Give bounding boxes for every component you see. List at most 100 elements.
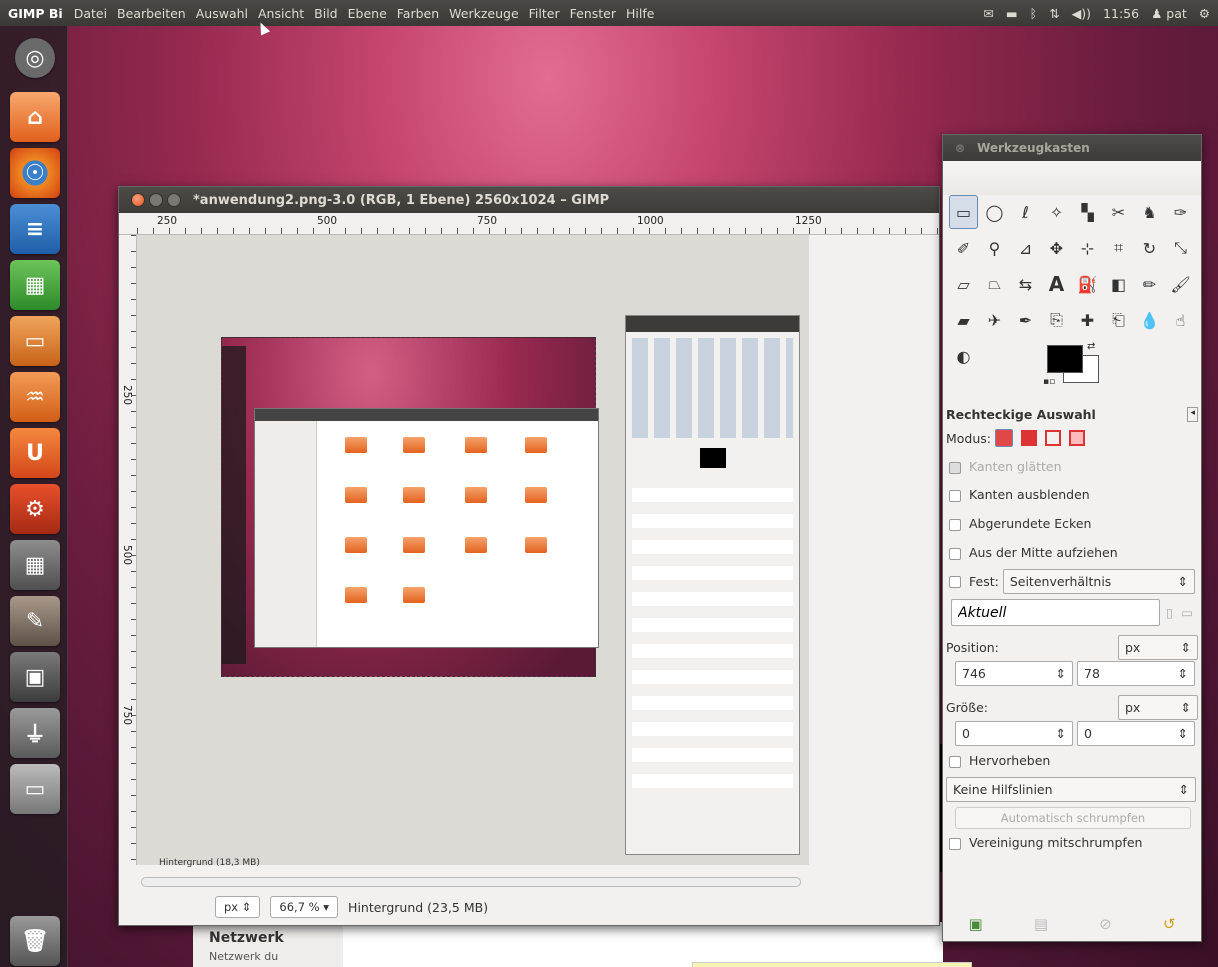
usb-drive-icon[interactable]: ⏚ [10,708,60,758]
menu-fenster[interactable]: Fenster [565,6,621,21]
vertical-ruler[interactable]: 250 500 750 [119,235,137,865]
zoom-select[interactable]: 66,7 % ▾ [270,896,339,918]
shrink-merged-checkbox[interactable]: Vereinigung mitschrumpfen [949,835,1142,850]
size-unit-select[interactable]: px ⇕ [1118,695,1198,720]
free-select-tool-icon[interactable]: ℓ [1011,195,1040,229]
battery-icon[interactable]: ▬ [1006,6,1018,21]
paths-tool-icon[interactable]: ✑ [1166,195,1195,229]
network-icon[interactable]: ⇅ [1049,6,1059,21]
expand-center-checkbox[interactable]: Aus der Mitte aufziehen [949,545,1118,560]
menu-hilfe[interactable]: Hilfe [621,6,659,21]
fixed-select[interactable]: Seitenverhältnis ⇕ [1002,569,1195,594]
volume-icon[interactable]: ◀)) [1072,6,1091,21]
crop-tool-icon[interactable]: ⌗ [1104,231,1133,265]
portrait-icon[interactable]: ▯ [1164,599,1175,626]
rotate-tool-icon[interactable]: ↻ [1135,231,1164,265]
position-y-input[interactable]: 78 ⇕ [1077,661,1195,686]
minimize-icon[interactable] [149,193,163,207]
ellipse-select-tool-icon[interactable]: ◯ [980,195,1009,229]
zoom-tool-icon[interactable]: ⚲ [980,231,1009,265]
unit-select[interactable]: px ⇕ [215,896,261,918]
reset-options-icon[interactable]: ↺ [1163,915,1176,933]
perspective-tool-icon[interactable]: ⏢ [980,267,1009,301]
close-icon[interactable] [131,193,145,207]
menu-filter[interactable]: Filter [524,6,565,21]
gimp-icon[interactable]: ✎ [10,596,60,646]
clone-tool-icon[interactable]: ⎘ [1042,303,1071,337]
dash-icon[interactable]: ◎ [15,38,55,78]
horizontal-scrollbar[interactable] [141,877,801,887]
paintbrush-tool-icon[interactable]: 🖌 [1166,267,1195,301]
airbrush-tool-icon[interactable]: ✈ [980,303,1009,337]
rect-select-tool-icon[interactable]: ▭ [949,195,978,229]
color-select-tool-icon[interactable]: ▚ [1073,195,1102,229]
move-tool-icon[interactable]: ✥ [1042,231,1071,265]
menu-werkzeuge[interactable]: Werkzeuge [444,6,524,21]
mode-add-icon[interactable] [1021,430,1038,446]
pencil-tool-icon[interactable]: ✏ [1135,267,1164,301]
menu-bild[interactable]: Bild [309,6,342,21]
horizontal-ruler[interactable]: 250 500 750 1000 1250 [119,213,939,235]
fuzzy-select-tool-icon[interactable]: ✧ [1042,195,1071,229]
user-menu[interactable]: ♟ pat [1151,6,1187,21]
menu-datei[interactable]: Datei [69,6,112,21]
default-colors-icon[interactable]: ▪▫ [1043,377,1055,387]
eraser-tool-icon[interactable]: ▰ [949,303,978,337]
swap-colors-icon[interactable]: ⇄ [1087,341,1095,352]
perspective-clone-tool-icon[interactable]: ⎗ [1104,303,1133,337]
size-width-input[interactable]: 0 ⇕ [955,721,1073,746]
color-area[interactable]: ⇄ ▪▫ [943,341,1201,407]
measure-tool-icon[interactable]: ⊿ [1011,231,1040,265]
gear-icon[interactable]: ⚙ [1199,6,1210,21]
menu-ansicht[interactable]: Ansicht [253,6,309,21]
mail-icon[interactable]: ✉ [983,6,993,21]
writer-icon[interactable]: ≡ [10,204,60,254]
save-options-icon[interactable]: ▣ [969,915,983,933]
disk-drive-icon[interactable]: ▭ [10,764,60,814]
landscape-icon[interactable]: ▭ [1179,599,1195,626]
image-content[interactable] [221,337,599,677]
calc-icon[interactable]: ▦ [10,260,60,310]
menu-auswahl[interactable]: Auswahl [191,6,253,21]
system-settings-icon[interactable]: ⚙ [10,484,60,534]
smudge-tool-icon[interactable]: ☝ [1166,303,1195,337]
heal-tool-icon[interactable]: ✚ [1073,303,1102,337]
toolbox-titlebar[interactable]: ⊗ Werkzeugkasten [943,135,1201,161]
align-tool-icon[interactable]: ⊹ [1073,231,1102,265]
scale-tool-icon[interactable]: ⤡ [1166,231,1195,265]
workspace-switcher-icon[interactable]: ▣ [10,652,60,702]
calculator-icon[interactable]: ▦ [10,540,60,590]
blend-tool-icon[interactable]: ◧ [1104,267,1133,301]
ubuntu-one-icon[interactable]: U [10,428,60,478]
bluetooth-icon[interactable]: ᛒ [1030,6,1038,21]
guides-select[interactable]: Keine Hilfslinien ⇕ [946,777,1196,802]
trash-icon[interactable]: 🗑 [10,916,60,966]
window-titlebar[interactable]: *anwendung2.png-3.0 (RGB, 1 Ebene) 2560x… [119,187,939,213]
impress-icon[interactable]: ▭ [10,316,60,366]
wilber-drop-area[interactable] [943,161,1201,195]
mode-intersect-icon[interactable] [1069,430,1086,446]
mode-subtract-icon[interactable] [1045,430,1062,446]
ink-tool-icon[interactable]: ✒ [1011,303,1040,337]
maximize-icon[interactable] [167,193,181,207]
software-center-icon[interactable]: ♒ [10,372,60,422]
close-icon[interactable]: ⊗ [955,141,965,155]
feather-edges-checkbox[interactable]: Kanten ausblenden [949,487,1090,502]
menu-farben[interactable]: Farben [392,6,444,21]
smooth-edges-checkbox[interactable]: Kanten glätten [949,459,1062,474]
text-tool-icon[interactable]: A [1042,267,1071,301]
sidebar-item-netzwerk[interactable]: Netzwerk du [209,950,327,963]
auto-shrink-button[interactable]: Automatisch schrumpfen [955,807,1191,829]
home-folder-icon[interactable]: ⌂ [10,92,60,142]
options-menu-icon[interactable]: ◂ [1187,407,1198,422]
position-unit-select[interactable]: px ⇕ [1118,635,1198,660]
blur-tool-icon[interactable]: 💧 [1135,303,1164,337]
foreground-color-swatch[interactable] [1047,345,1083,373]
flip-tool-icon[interactable]: ⇆ [1011,267,1040,301]
firefox-icon[interactable]: ☉ [10,148,60,198]
scissors-tool-icon[interactable]: ✂ [1104,195,1133,229]
image-canvas[interactable]: Hintergrund (18,3 MB) [137,235,809,868]
rounded-corners-checkbox[interactable]: Abgerundete Ecken [949,516,1091,531]
menu-bearbeiten[interactable]: Bearbeiten [112,6,191,21]
menu-ebene[interactable]: Ebene [343,6,392,21]
